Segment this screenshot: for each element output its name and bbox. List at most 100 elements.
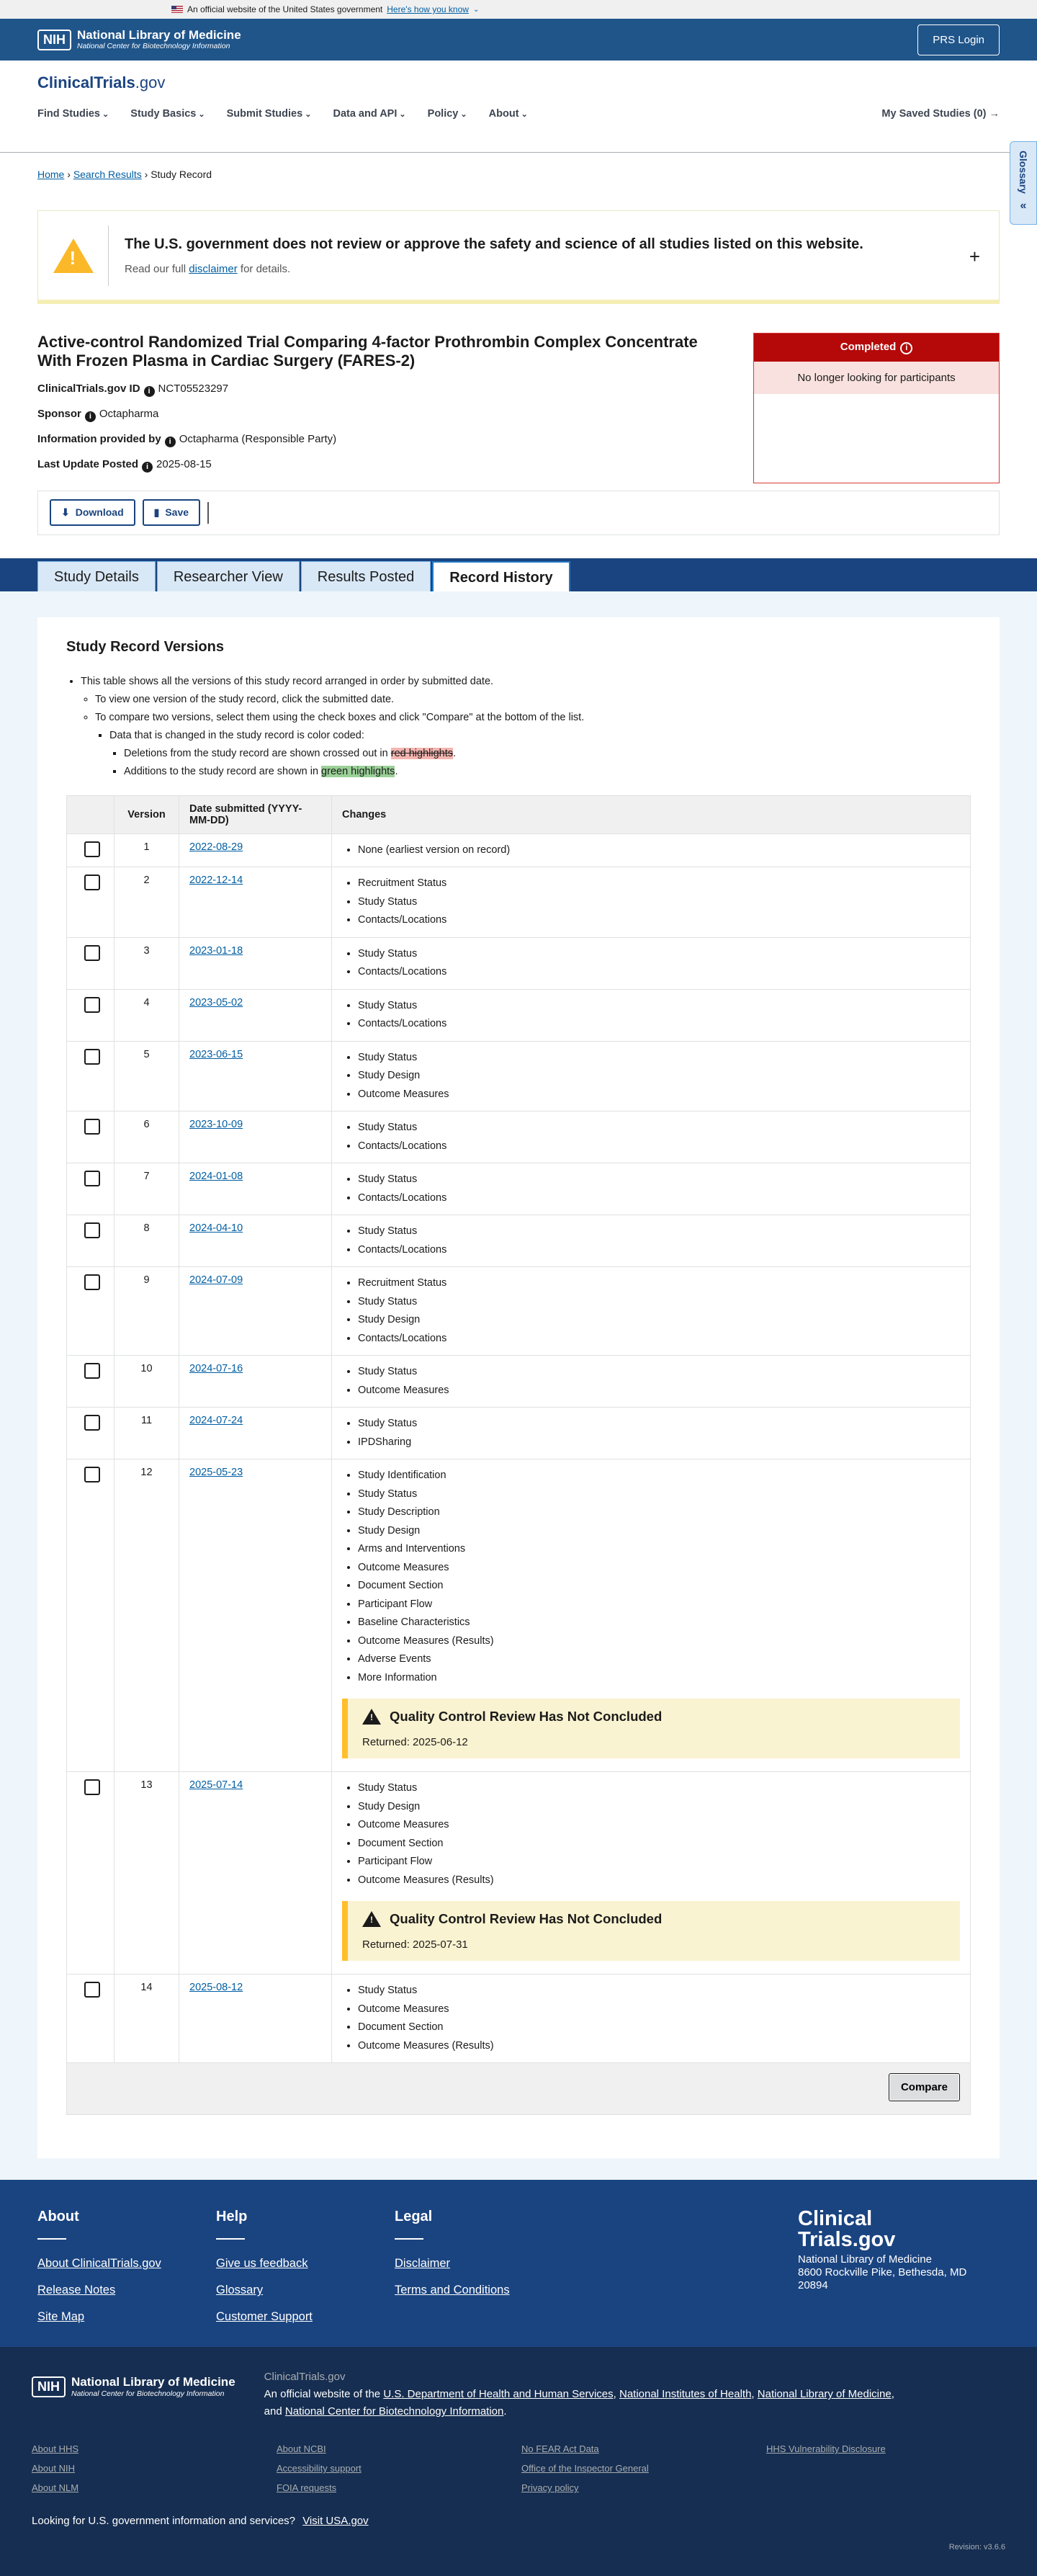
saved-studies-link[interactable]: My Saved Studies (0) → (881, 108, 1000, 120)
footer-logo: Clinical Trials.gov National Library of … (798, 2209, 1000, 2318)
version-checkbox[interactable] (84, 1119, 100, 1135)
changes-list: Study StatusContacts/Locations (342, 1222, 960, 1259)
footer-link[interactable]: Site Map (37, 2310, 216, 2324)
footer-link[interactable]: Customer Support (216, 2310, 395, 2324)
site-logo[interactable]: ClinicalTrials.gov (37, 73, 1000, 92)
version-checkbox[interactable] (84, 1467, 100, 1483)
version-date-link[interactable]: 2022-08-29 (189, 841, 243, 853)
footer-label: ClinicalTrials.gov (264, 2371, 346, 2384)
footer-link[interactable]: About NCBI (277, 2443, 521, 2454)
chevron-down-icon[interactable]: ⌄ (473, 6, 479, 14)
tab-study-details[interactable]: Study Details (37, 560, 156, 591)
footer-link[interactable]: Accessibility support (277, 2463, 521, 2474)
sponsor-label: Sponsor (37, 407, 81, 420)
footer-address: National Library of Medicine 8600 Rockvi… (798, 2253, 1000, 2292)
footer-link[interactable]: About NIH (32, 2463, 277, 2474)
footer-link[interactable]: Privacy policy (521, 2482, 766, 2493)
footer-link[interactable]: No FEAR Act Data (521, 2443, 766, 2454)
compare-button[interactable]: Compare (888, 2073, 960, 2102)
footer-nih-brand[interactable]: NIH National Library of Medicine Nationa… (32, 2376, 235, 2398)
prs-login-button[interactable]: PRS Login (917, 24, 1000, 55)
version-checkbox[interactable] (84, 841, 100, 857)
version-date-link[interactable]: 2025-07-14 (189, 1779, 243, 1791)
version-date-link[interactable]: 2022-12-14 (189, 875, 243, 886)
footer-link[interactable]: U.S. Department of Health and Human Serv… (383, 2388, 613, 2400)
download-button[interactable]: ⬇ Download (50, 499, 135, 527)
footer-link[interactable]: Office of the Inspector General (521, 2463, 766, 2474)
version-checkbox[interactable] (84, 1982, 100, 1998)
nav-about[interactable]: About (489, 108, 528, 120)
version-checkbox[interactable] (84, 1415, 100, 1431)
version-checkbox[interactable] (84, 875, 100, 891)
version-date-link[interactable]: 2024-01-08 (189, 1171, 243, 1182)
footer-link[interactable]: About ClinicalTrials.gov (37, 2257, 216, 2271)
nav-policy[interactable]: Policy (428, 108, 467, 120)
action-bar: ⬇ Download ▮ Save (37, 490, 1000, 535)
footer-link[interactable]: Give us feedback (216, 2257, 395, 2271)
info-icon[interactable]: i (143, 385, 155, 397)
version-date-link[interactable]: 2023-05-02 (189, 997, 243, 1009)
chevron-right-icon: › (144, 169, 151, 180)
tab-results-posted[interactable]: Results Posted (300, 560, 431, 591)
footer-link[interactable]: National Institutes of Health (619, 2388, 751, 2400)
footer-link[interactable]: FOIA requests (277, 2482, 521, 2493)
version-checkbox[interactable] (84, 996, 100, 1013)
info-icon[interactable]: i (84, 411, 96, 422)
version-date-link[interactable]: 2025-08-12 (189, 1982, 243, 1993)
footer-link[interactable]: About NLM (32, 2482, 277, 2493)
breadcrumb: Home › Search Results › Study Record (0, 153, 1037, 196)
nav-data-api[interactable]: Data and API (333, 108, 405, 120)
changes-cell: Study StatusStudy DesignOutcome Measures… (331, 1771, 971, 1975)
glossary-tab[interactable]: Glossary « (1010, 141, 1037, 225)
tab-researcher-view[interactable]: Researcher View (156, 560, 300, 591)
footer-link[interactable]: National Center for Biotechnology Inform… (285, 2405, 504, 2418)
gov-banner-link[interactable]: Here's how you know (387, 4, 469, 14)
changes-cell: Study StatusStudy DesignOutcome Measures (331, 1040, 971, 1112)
footer-link[interactable]: Release Notes (37, 2284, 216, 2297)
version-checkbox[interactable] (84, 1171, 100, 1187)
change-item: Outcome Measures (358, 1816, 960, 1835)
nih-brand[interactable]: NIH National Library of Medicine Nationa… (37, 28, 241, 50)
footer-link[interactable]: National Library of Medicine (758, 2388, 892, 2400)
table-row: 8 2024-04-10 Study StatusContacts/Location… (66, 1215, 971, 1268)
info-icon[interactable]: i (164, 436, 176, 447)
main-nav: Find Studies Study Basics Submit Studies… (37, 108, 1000, 120)
footer-link[interactable]: Disclaimer (395, 2257, 573, 2271)
version-checkbox[interactable] (84, 944, 100, 961)
change-item: Baseline Characteristics (358, 1614, 960, 1632)
version-date-link[interactable]: 2023-10-09 (189, 1119, 243, 1130)
save-button[interactable]: ▮ Save (142, 499, 201, 527)
version-checkbox[interactable] (84, 1274, 100, 1291)
version-date-link[interactable]: 2024-07-24 (189, 1415, 243, 1426)
version-date-link[interactable]: 2024-07-09 (189, 1274, 243, 1286)
info-icon[interactable]: i (142, 461, 153, 473)
usa-gov-link[interactable]: Visit USA.gov (302, 2515, 368, 2527)
versions-table: Version Date submitted (YYYY-MM-DD) Chan… (66, 795, 971, 2116)
version-checkbox[interactable] (84, 1222, 100, 1239)
nav-find-studies[interactable]: Find Studies (37, 108, 109, 120)
changes-list: Study StatusStudy DesignOutcome Measures… (342, 1779, 960, 1889)
version-date-link[interactable]: 2024-04-10 (189, 1222, 243, 1234)
expand-plus-icon[interactable]: + (969, 246, 980, 268)
breadcrumb-home[interactable]: Home (37, 169, 64, 180)
tab-record-history[interactable]: Record History (432, 560, 570, 591)
version-date-link[interactable]: 2025-05-23 (189, 1467, 243, 1478)
table-row: 12 2025-05-23 Study IdentificationStudy St… (66, 1459, 971, 1773)
version-date-link[interactable]: 2023-01-18 (189, 945, 243, 957)
footer-link[interactable]: Glossary (216, 2284, 395, 2297)
nav-submit-studies[interactable]: Submit Studies (227, 108, 312, 120)
footer-link[interactable]: About HHS (32, 2443, 277, 2454)
version-checkbox[interactable] (84, 1363, 100, 1379)
version-date-link[interactable]: 2024-07-16 (189, 1363, 243, 1374)
version-checkbox[interactable] (84, 1048, 100, 1065)
version-date-link[interactable]: 2023-06-15 (189, 1049, 243, 1060)
footer-link[interactable]: HHS Vulnerability Disclosure (766, 2443, 1011, 2454)
info-icon[interactable]: i (900, 342, 913, 354)
breadcrumb-search-results[interactable]: Search Results (73, 169, 142, 180)
versions-body: 1 2022-08-29 None (earliest version on rec… (66, 833, 971, 2064)
disclaimer-link[interactable]: disclaimer (189, 263, 238, 275)
version-checkbox[interactable] (84, 1779, 100, 1796)
version-cell: 6 (114, 1111, 179, 1164)
footer-link[interactable]: Terms and Conditions (395, 2284, 573, 2297)
nav-study-basics[interactable]: Study Basics (130, 108, 205, 120)
